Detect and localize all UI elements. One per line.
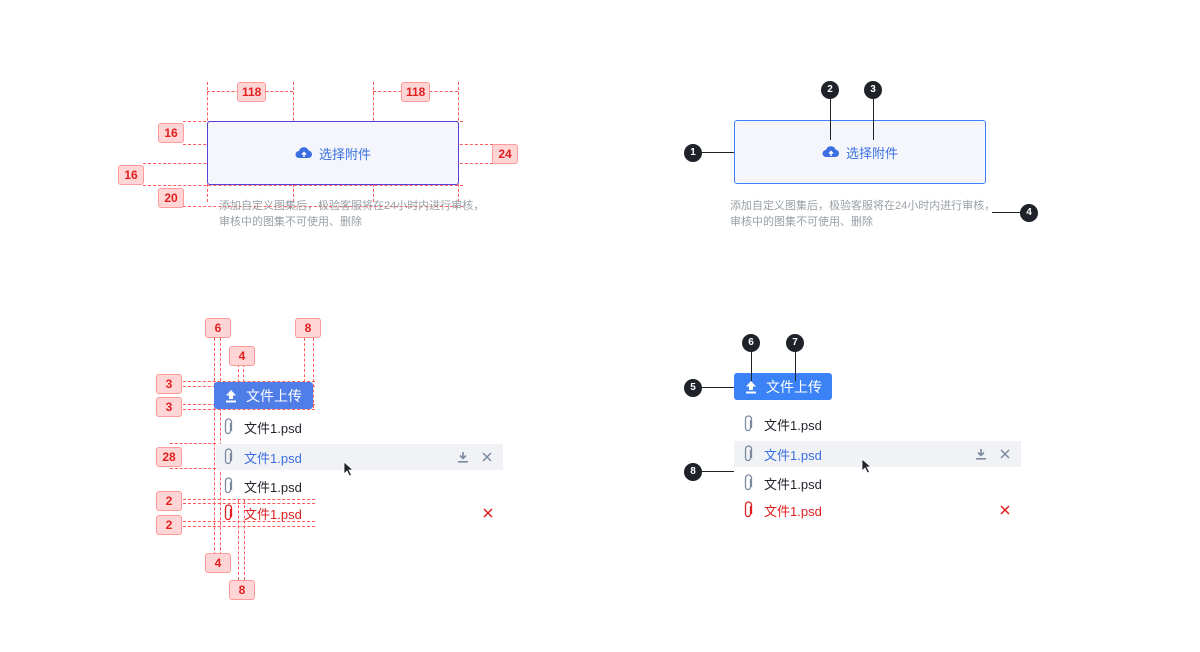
guide-line: [170, 468, 216, 469]
paperclip-icon: [744, 415, 753, 432]
close-icon[interactable]: [999, 448, 1011, 460]
close-icon[interactable]: [999, 504, 1011, 516]
upload-dropzone[interactable]: 选择附件: [734, 120, 986, 184]
file-name: 文件1.psd: [764, 417, 822, 433]
paperclip-icon: [224, 504, 233, 521]
guide-line: [170, 443, 216, 444]
spec-tag: 8: [295, 318, 321, 338]
upload-arrow-icon: [226, 389, 236, 402]
guide-line: [214, 338, 215, 570]
file-item[interactable]: 文件1.psd: [222, 473, 342, 499]
row-actions: [975, 441, 1011, 467]
callout-5: 5: [684, 379, 702, 397]
guide-line: [183, 526, 315, 527]
spec-tag: 8: [229, 580, 255, 600]
callout-7: 7: [786, 334, 804, 352]
callout-line: [992, 212, 1022, 213]
callout-1: 1: [684, 144, 702, 162]
paperclip-icon: [744, 474, 753, 491]
hint-line: 添加自定义图集后，极验客服将在24小时内进行审核，: [730, 200, 996, 212]
file-item-hover[interactable]: 文件1.psd: [734, 441, 1021, 467]
paperclip-icon: [224, 418, 233, 435]
file-item[interactable]: 文件1.psd: [222, 414, 342, 440]
upload-button-label: 文件上传: [246, 387, 302, 404]
file-item-error[interactable]: 文件1.psd: [222, 500, 502, 526]
file-name: 文件1.psd: [764, 503, 822, 519]
file-item-error[interactable]: 文件1.psd: [742, 497, 1021, 523]
spec-tag: 4: [229, 346, 255, 366]
close-icon[interactable]: [481, 451, 493, 463]
upload-dropzone[interactable]: 选择附件: [207, 121, 459, 185]
spec-tag: 2: [156, 491, 182, 511]
paperclip-icon: [744, 501, 753, 518]
callout-line: [873, 98, 874, 140]
guide-line: [143, 185, 463, 186]
callout-line: [795, 351, 796, 381]
upload-label: 选择附件: [318, 146, 371, 162]
callout-6: 6: [742, 334, 760, 352]
callout-3: 3: [864, 81, 882, 99]
upload-hint: 添加自定义图集后，极验客服将在24小时内进行审核， 审核中的图集不可使用、删除: [730, 198, 1000, 230]
row-actions: [999, 497, 1011, 523]
callout-line: [700, 471, 734, 472]
callout-4: 4: [1020, 204, 1038, 222]
file-name: 文件1.psd: [764, 447, 822, 463]
file-name: 文件1.psd: [244, 420, 302, 436]
spec-tag: 16: [158, 123, 184, 143]
file-name: 文件1.psd: [244, 506, 302, 522]
file-name: 文件1.psd: [244, 479, 302, 495]
upload-arrow-icon: [746, 380, 756, 393]
cloud-upload-icon: [295, 147, 312, 158]
spec-tag: 16: [118, 165, 144, 185]
close-icon[interactable]: [482, 507, 494, 519]
file-name: 文件1.psd: [244, 450, 302, 466]
mouse-cursor-icon: [861, 458, 873, 474]
upload-button[interactable]: 文件上传: [214, 382, 313, 409]
spec-tag: 4: [205, 553, 231, 573]
file-item[interactable]: 文件1.psd: [742, 470, 862, 496]
row-actions: [457, 444, 493, 470]
callout-line: [830, 98, 831, 140]
spec-tag: 28: [156, 447, 182, 467]
file-item-hover[interactable]: 文件1.psd: [216, 444, 503, 470]
spec-tag: 2: [156, 515, 182, 535]
spec-tag: 118: [401, 82, 431, 102]
callout-line: [700, 387, 734, 388]
file-name: 文件1.psd: [764, 476, 822, 492]
guide-line: [313, 338, 314, 408]
spec-tag: 20: [158, 188, 184, 208]
upload-button-label: 文件上传: [766, 378, 822, 395]
callout-line: [700, 152, 734, 153]
spec-tag: 24: [492, 144, 518, 164]
spec-tag: 6: [205, 318, 231, 338]
guide-line: [183, 409, 315, 410]
spec-tag: 3: [156, 374, 182, 394]
row-actions: [482, 500, 494, 526]
paperclip-icon: [744, 445, 753, 462]
spec-tag: 118: [237, 82, 267, 102]
upload-hint: 添加自定义图集后，极验客服将在24小时内进行审核， 审核中的图集不可使用、删除: [219, 198, 489, 230]
upload-label: 选择附件: [845, 145, 898, 161]
hint-line: 审核中的图集不可使用、删除: [219, 216, 362, 228]
paperclip-icon: [224, 448, 233, 465]
callout-line: [751, 351, 752, 381]
callout-8: 8: [684, 463, 702, 481]
mouse-cursor-icon: [343, 461, 355, 477]
hint-line: 审核中的图集不可使用、删除: [730, 216, 873, 228]
file-item[interactable]: 文件1.psd: [742, 411, 862, 437]
cloud-upload-icon: [822, 146, 839, 157]
download-icon[interactable]: [457, 451, 469, 463]
upload-button[interactable]: 文件上传: [734, 373, 832, 400]
spec-tag: 3: [156, 397, 182, 417]
paperclip-icon: [224, 477, 233, 494]
callout-2: 2: [821, 81, 839, 99]
download-icon[interactable]: [975, 448, 987, 460]
hint-line: 添加自定义图集后，极验客服将在24小时内进行审核，: [219, 200, 485, 212]
